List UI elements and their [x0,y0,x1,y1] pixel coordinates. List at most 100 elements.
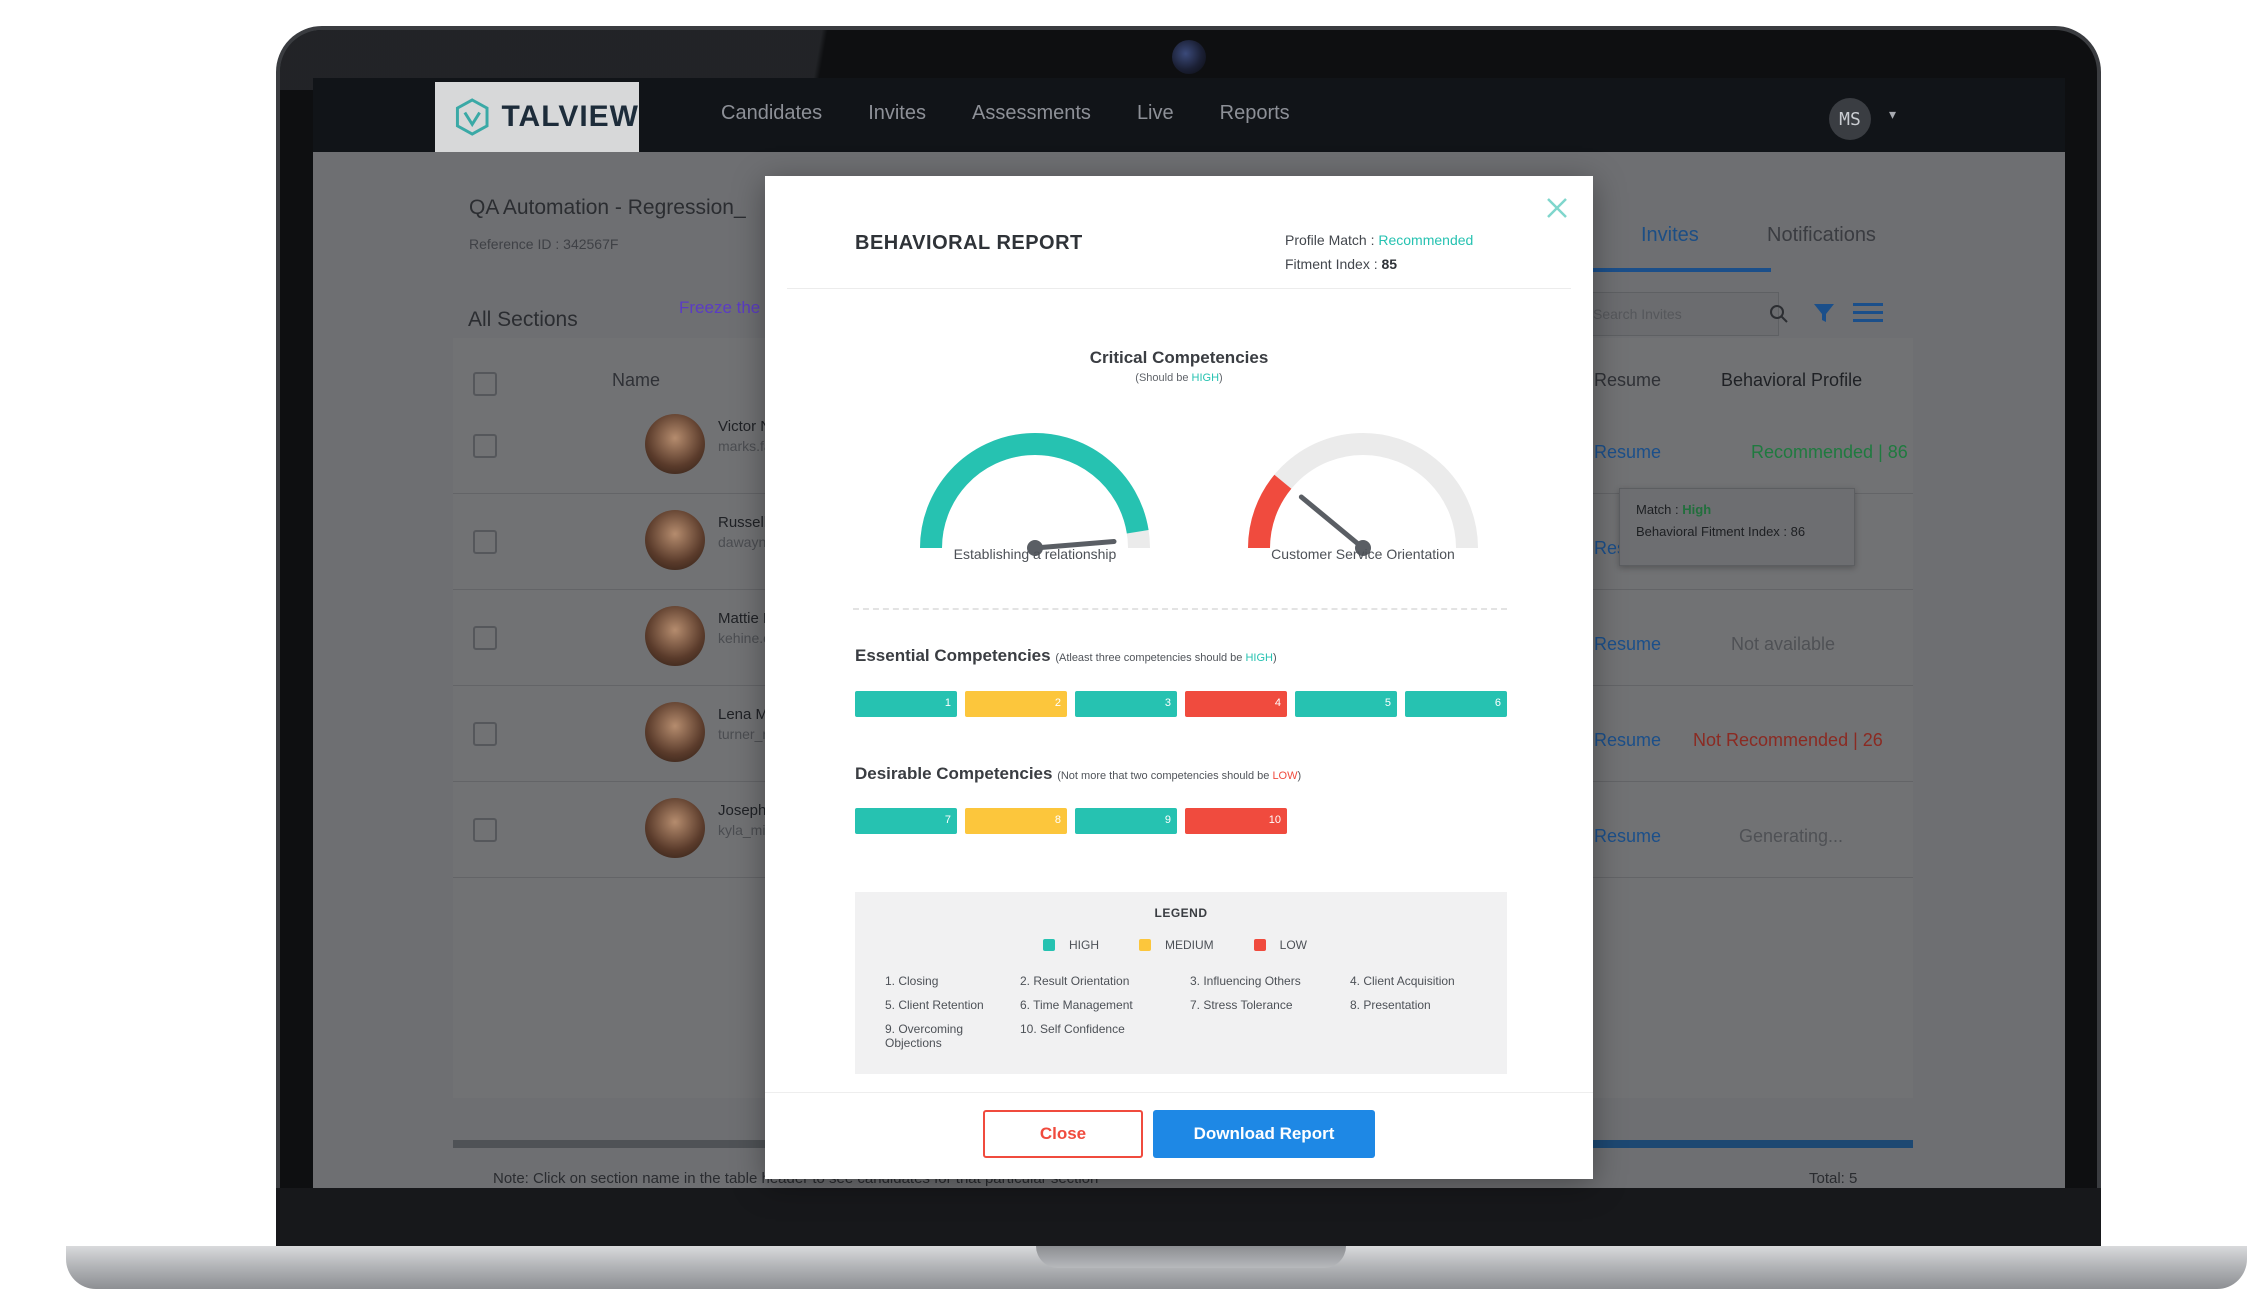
competency-bar-8: 8 [965,808,1067,834]
filter-icon[interactable] [1813,302,1835,324]
chevron-down-icon[interactable]: ▾ [1889,106,1896,123]
behavioral-status: Not available [1731,634,1836,654]
nav-reports[interactable]: Reports [1220,102,1290,125]
legend-title: LEGEND [1154,906,1208,920]
desirable-note-level: LOW [1272,770,1298,782]
competency-bar-6: 6 [1405,691,1507,717]
competency-number: 3 [1164,697,1171,709]
footer-total: Total: 5 [1809,1170,1858,1187]
legend-swatch [1253,939,1266,951]
profile-match: Profile Match : Recommended Fitment Inde… [1285,228,1473,276]
competency-bar-1: 1 [855,691,957,717]
laptop-notch [1036,1246,1346,1268]
legend-key-high: HIGH [1043,938,1099,952]
talview-logo-icon [455,98,489,136]
desirable-note-prefix: (Not more that two competencies should b… [1057,770,1273,782]
all-sections-label[interactable]: All Sections [468,308,578,332]
tab-invites[interactable]: Invites [1641,224,1699,247]
competency-bar-3: 3 [1075,691,1177,717]
row-checkbox[interactable] [473,818,497,842]
crit-note-suffix: ) [1219,372,1223,384]
gauge-needle [1298,494,1366,551]
behavioral-report-modal: BEHAVIORAL REPORT Profile Match : Recomm… [765,176,1593,1179]
modal-title: BEHAVIORAL REPORT [855,232,1083,254]
row-checkbox[interactable] [473,626,497,650]
competency-bar-5: 5 [1295,691,1397,717]
critical-competencies-title: Critical Competencies [1089,348,1269,367]
competency-number: 1 [944,697,951,709]
download-report-button[interactable]: Download Report [1153,1110,1375,1158]
essential-competency-bars: 1 2 3 4 5 6 [855,691,1507,717]
competency-number: 9 [1164,814,1171,826]
essential-note: (Atleast three competencies should be HI… [1055,652,1276,664]
close-button[interactable]: Close [983,1110,1143,1158]
legend-swatch [1139,939,1151,951]
row-checkbox[interactable] [473,530,497,554]
fitment-index-value: 85 [1381,256,1398,272]
row-checkbox[interactable] [473,434,497,458]
legend-item: 3. Influencing Others [1190,974,1301,988]
search-icon[interactable] [1769,304,1789,324]
profile-match-label: Profile Match : [1285,232,1379,248]
desirable-note-suffix: ) [1297,770,1302,782]
resume-link[interactable]: Resume [1594,826,1661,847]
close-icon[interactable] [1543,194,1571,222]
nav-invites[interactable]: Invites [868,102,926,125]
avatar [645,798,705,858]
tab-notifications[interactable]: Notifications [1767,224,1876,247]
user-avatar[interactable]: MS [1829,98,1871,140]
behavioral-status[interactable]: Not Recommended | 26 [1693,730,1883,751]
essential-title-text: Essential Competencies [855,646,1051,665]
camera-icon [1172,40,1206,74]
nav-live[interactable]: Live [1137,102,1174,125]
laptop-bezel-bottom [276,1188,2101,1246]
legend-item: 2. Result Orientation [1020,974,1130,988]
legend-key-label: LOW [1279,938,1308,952]
essential-note-level: HIGH [1245,652,1273,664]
list-menu-icon[interactable] [1853,302,1883,324]
gauge-track [1248,433,1478,549]
competency-bar-9: 9 [1075,808,1177,834]
freeze-link[interactable]: Freeze the [679,298,760,318]
competency-number: 5 [1384,697,1391,709]
competency-number: 8 [1054,814,1061,826]
row-checkbox[interactable] [473,722,497,746]
resume-link[interactable]: Resume [1594,634,1661,655]
gauge-establishing-relationship [920,433,1150,556]
column-header-behavioral-profile[interactable]: Behavioral Profile [1721,370,1862,391]
essential-note-prefix: (Atleast three competencies should be [1055,652,1246,664]
competency-number: 4 [1274,697,1281,709]
competency-number: 6 [1494,697,1501,709]
select-all-checkbox[interactable] [473,372,497,396]
competency-number: 10 [1268,814,1281,826]
section-divider [853,608,1507,610]
resume-link[interactable]: Resume [1594,730,1661,751]
competency-bar-10: 10 [1185,808,1287,834]
gauge-label: Customer Service Orientation [1271,546,1455,562]
legend-key-medium: MEDIUM [1139,938,1214,952]
nav-candidates[interactable]: Candidates [721,102,822,125]
desirable-note: (Not more that two competencies should b… [1057,770,1301,782]
legend-item: 8. Presentation [1350,998,1431,1012]
essential-competencies-title: Essential Competencies (Atleast three co… [855,646,1277,666]
resume-link[interactable]: Resume [1594,442,1661,463]
tooltip-fitment-index: Behavioral Fitment Index : 86 [1636,524,1806,539]
active-tab-indicator [1593,268,1771,272]
nav-assessments[interactable]: Assessments [972,102,1091,125]
avatar [645,510,705,570]
logo-text: TALVIEW [501,100,639,133]
column-header-name[interactable]: Name [612,370,660,391]
gauge-fill [1248,474,1292,549]
legend-item: 9. Overcoming Objections [885,1022,964,1050]
column-header-resume[interactable]: Resume [1594,370,1661,391]
competency-bar-2: 2 [965,691,1067,717]
talview-logo[interactable]: TALVIEW [435,82,639,152]
gauge-fill [920,433,1149,549]
competency-number: 2 [1054,697,1061,709]
behavioral-status[interactable]: Recommended | 86 [1751,442,1908,463]
header-divider [787,288,1571,289]
desirable-competencies-title: Desirable Competencies (Not more that tw… [855,764,1301,784]
legend-swatch [1043,939,1055,951]
desirable-title-text: Desirable Competencies [855,764,1053,783]
crit-note-prefix: (Should be [1135,372,1192,384]
